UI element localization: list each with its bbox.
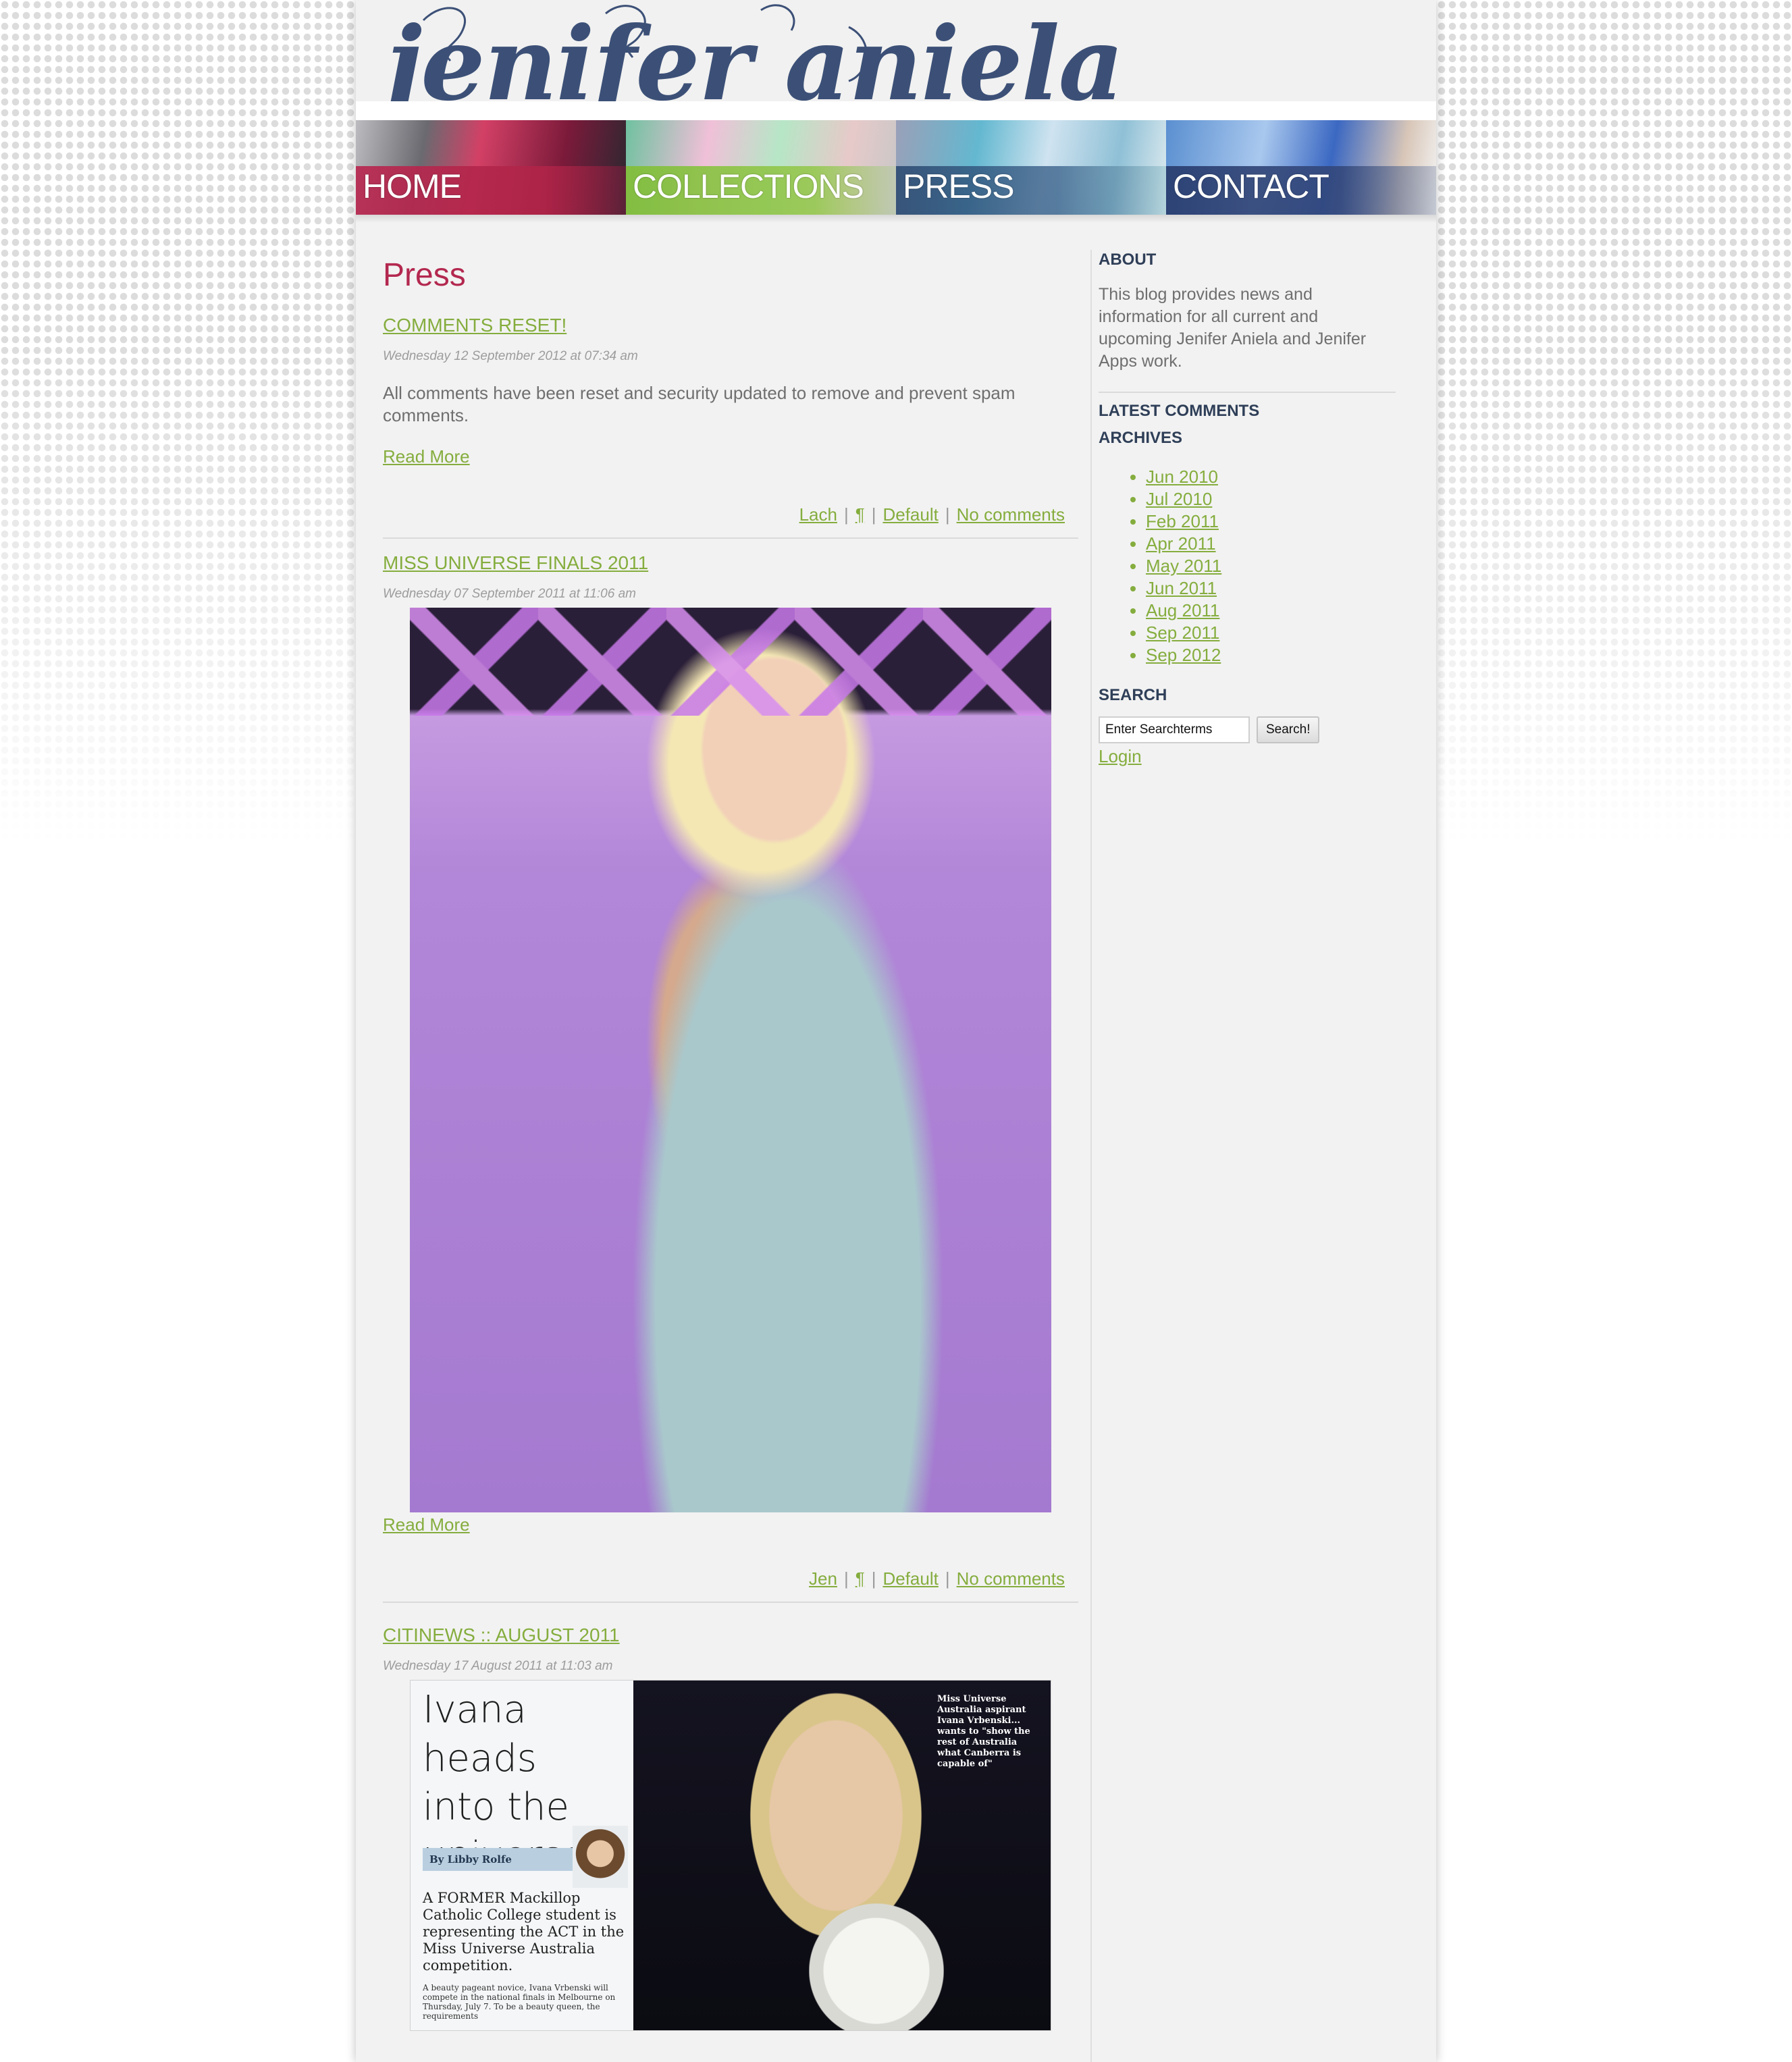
nav-press-label: PRESS [903, 167, 1015, 205]
search-button[interactable]: Search! [1257, 716, 1320, 743]
page-container: jenifer aniela HOME COLLECTIONS PRESS CO… [356, 0, 1436, 2062]
archive-item: Feb 2011 [1146, 510, 1396, 533]
clipping-byline: By Libby Rolfe [423, 1848, 585, 1871]
clipping-text-column: Ivana heads into the universe By Libby R… [411, 1681, 633, 2030]
comments-link[interactable]: No comments [957, 504, 1065, 525]
meta-separator: | [843, 1568, 849, 1589]
archive-link[interactable]: Jul 2010 [1146, 489, 1212, 509]
post-title-link[interactable]: CITINEWS :: AUGUST 2011 [383, 1623, 620, 1647]
nav-collections[interactable]: COLLECTIONS [626, 120, 896, 215]
nav-contact-label: CONTACT [1173, 167, 1329, 205]
post-body: All comments have been reset and securit… [383, 383, 1016, 425]
archive-link[interactable]: Feb 2011 [1146, 511, 1219, 531]
meta-separator: | [871, 1568, 876, 1589]
post-comments-reset: COMMENTS RESET! Wednesday 12 September 2… [383, 313, 1078, 539]
archive-link[interactable]: Jun 2010 [1146, 467, 1218, 487]
archives-list: Jun 2010 Jul 2010 Feb 2011 Apr 2011 May … [1099, 466, 1396, 666]
about-text: This blog provides news and information … [1099, 285, 1367, 371]
nav-contact[interactable]: CONTACT [1166, 120, 1436, 215]
archive-item: Aug 2011 [1146, 600, 1396, 622]
archives-heading: ARCHIVES [1099, 429, 1183, 447]
archive-item: Jul 2010 [1146, 488, 1396, 510]
headline-line: Ivana heads [423, 1688, 537, 1780]
post-meta: Lach | ¶ | Default | No comments [799, 504, 1065, 526]
author-link[interactable]: Lach [799, 504, 837, 525]
archive-link[interactable]: Jun 2011 [1146, 578, 1217, 598]
newspaper-clipping-image[interactable]: Ivana heads into the universe By Libby R… [410, 1680, 1051, 2031]
miss-universe-photo[interactable] [410, 608, 1051, 1512]
post-date: Wednesday 17 August 2011 at 11:03 am [383, 1659, 613, 1673]
archive-item: Sep 2012 [1146, 644, 1396, 666]
category-link[interactable]: Default [882, 1568, 938, 1589]
permalink-link[interactable]: ¶ [855, 504, 865, 525]
clipping-lead: A FORMER Mackillop Catholic College stud… [423, 1890, 625, 1974]
reporter-avatar [573, 1826, 628, 1888]
archive-link[interactable]: May 2011 [1146, 556, 1221, 576]
clipping-body: A beauty pageant novice, Ivana Vrbenski … [423, 1983, 616, 2021]
archive-link[interactable]: Aug 2011 [1146, 600, 1219, 620]
sidebar-divider [1099, 392, 1396, 393]
post-title-link[interactable]: COMMENTS RESET! [383, 313, 566, 338]
login-link[interactable]: Login [1099, 746, 1142, 767]
comments-link[interactable]: No comments [957, 1568, 1065, 1589]
post-meta: Jen | ¶ | Default | No comments [809, 1568, 1065, 1590]
main-nav: HOME COLLECTIONS PRESS CONTACT [356, 120, 1436, 215]
archive-link[interactable]: Sep 2012 [1146, 645, 1221, 665]
nav-shadow [356, 215, 1436, 223]
clipping-photo: Miss Universe Australia aspirant Ivana V… [633, 1681, 1051, 2030]
archive-item: Jun 2011 [1146, 577, 1396, 600]
meta-separator: | [945, 504, 950, 525]
white-dress [809, 1903, 944, 2030]
read-more-link[interactable]: Read More [383, 1514, 470, 1536]
nav-home[interactable]: HOME [356, 120, 626, 215]
meta-separator: | [945, 1568, 950, 1589]
about-heading: ABOUT [1099, 250, 1157, 269]
post-date: Wednesday 12 September 2012 at 07:34 am [383, 349, 638, 363]
archive-item: Sep 2011 [1146, 622, 1396, 644]
search-heading: SEARCH [1099, 686, 1167, 704]
post-citinews: CITINEWS :: AUGUST 2011 Wednesday 17 Aug… [383, 1623, 1078, 2062]
header-band [356, 101, 1436, 120]
post-divider [383, 537, 1078, 539]
category-link[interactable]: Default [882, 504, 938, 525]
clipping-caption: Miss Universe Australia aspirant Ivana V… [937, 1694, 1030, 1769]
headline-line: into the [423, 1785, 569, 1829]
nav-press[interactable]: PRESS [896, 120, 1166, 215]
archive-item: Apr 2011 [1146, 533, 1396, 555]
archive-item: Jun 2010 [1146, 466, 1396, 488]
nav-home-label: HOME [363, 167, 462, 205]
page-title: Press [383, 257, 466, 293]
archive-item: May 2011 [1146, 555, 1396, 577]
author-link[interactable]: Jen [809, 1568, 837, 1589]
search-input[interactable] [1099, 716, 1250, 743]
post-divider [383, 1602, 1078, 1603]
main-content: Press COMMENTS RESET! Wednesday 12 Septe… [383, 250, 1078, 2062]
archive-link[interactable]: Apr 2011 [1146, 533, 1216, 554]
post-title-link[interactable]: MISS UNIVERSE FINALS 2011 [383, 551, 648, 575]
stage-lights [410, 608, 1051, 716]
nav-collections-label: COLLECTIONS [633, 167, 864, 205]
post-miss-universe: MISS UNIVERSE FINALS 2011 Wednesday 07 S… [383, 551, 1078, 1604]
post-date: Wednesday 07 September 2011 at 11:06 am [383, 587, 636, 601]
archive-link[interactable]: Sep 2011 [1146, 623, 1219, 643]
meta-separator: | [871, 504, 876, 525]
read-more-link[interactable]: Read More [383, 446, 470, 468]
meta-separator: | [843, 504, 849, 525]
latest-comments-heading: LATEST COMMENTS [1099, 402, 1260, 420]
site-header: jenifer aniela [356, 0, 1436, 124]
permalink-link[interactable]: ¶ [855, 1568, 865, 1589]
search-form: Search! [1099, 716, 1396, 743]
sidebar: ABOUT This blog provides news and inform… [1090, 250, 1396, 2062]
